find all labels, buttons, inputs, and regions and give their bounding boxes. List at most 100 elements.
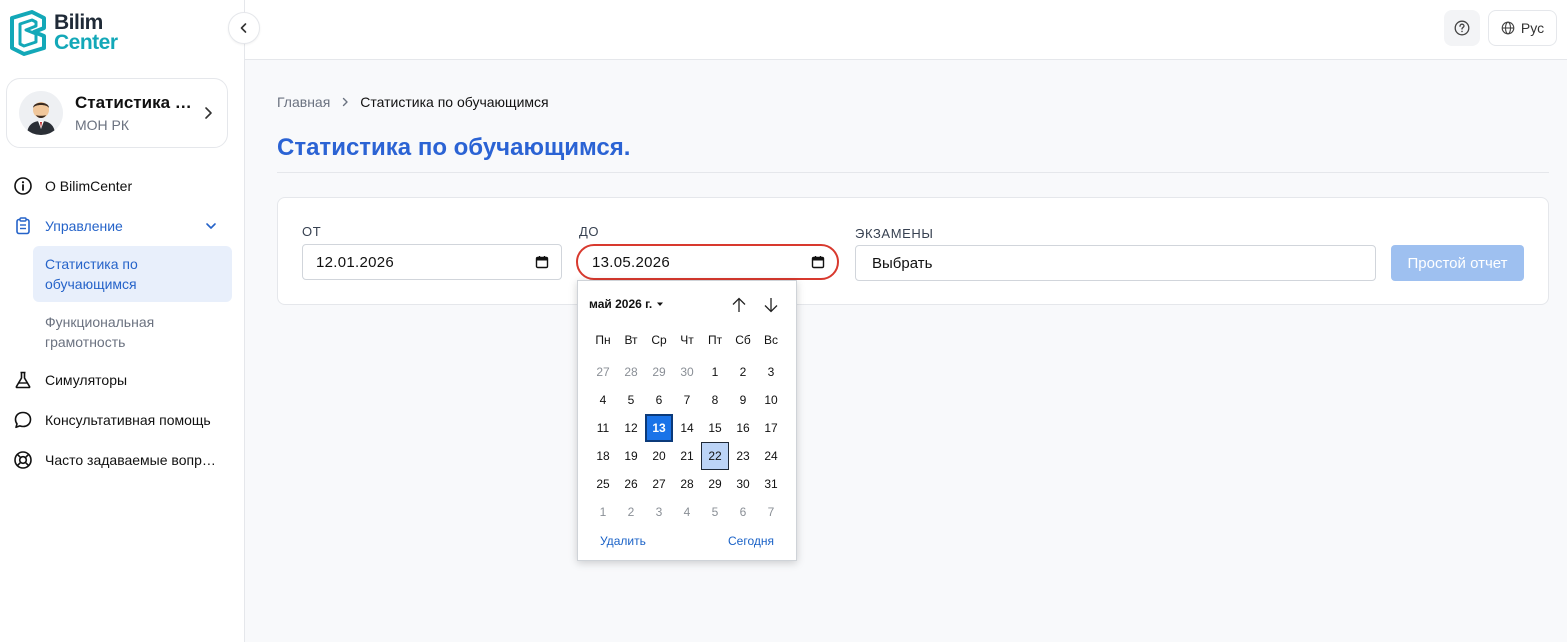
sidebar-item-about[interactable]: О BilimCenter: [0, 166, 244, 206]
profile-org: МОН РК: [75, 117, 130, 133]
picker-day[interactable]: 24: [757, 442, 785, 470]
page-title: Статистика по обучающимся.: [277, 134, 631, 161]
chevron-down-icon: [206, 223, 216, 229]
sidebar-item-simulators[interactable]: Симуляторы: [0, 360, 244, 400]
picker-day[interactable]: 4: [589, 386, 617, 414]
picker-day[interactable]: 15: [701, 414, 729, 442]
picker-day[interactable]: 2: [729, 358, 757, 386]
globe-icon: [1501, 21, 1515, 35]
picker-month-select[interactable]: май 2026 г.: [589, 297, 664, 311]
brand-name: Bilim Center: [54, 11, 118, 53]
picker-day[interactable]: 28: [673, 470, 701, 498]
flask-icon: [12, 369, 34, 391]
sidebar-item-label: Управление: [45, 218, 123, 234]
picker-day[interactable]: 10: [757, 386, 785, 414]
chat-icon: [12, 409, 34, 431]
brand-line-1: Bilim: [54, 11, 103, 34]
picker-day[interactable]: 7: [673, 386, 701, 414]
arrow-up-icon: [732, 297, 746, 312]
language-button[interactable]: Рус: [1488, 10, 1557, 46]
picker-next-month-button[interactable]: [761, 295, 781, 315]
to-date-value: 13.05.2026: [592, 253, 671, 271]
picker-day[interactable]: 29: [645, 358, 673, 386]
brand-logo[interactable]: Bilim Center: [8, 10, 118, 56]
picker-day[interactable]: 4: [673, 498, 701, 526]
picker-day[interactable]: 25: [589, 470, 617, 498]
caret-down-icon: [657, 302, 664, 306]
exams-select[interactable]: Выбрать: [855, 245, 1376, 281]
chevron-left-icon: [240, 23, 247, 33]
calendar-icon[interactable]: [535, 255, 549, 269]
calendar-icon[interactable]: [811, 255, 825, 269]
picker-day[interactable]: 12: [617, 414, 645, 442]
logo-icon: [10, 10, 46, 56]
picker-day-selected[interactable]: 13: [645, 414, 673, 442]
picker-day[interactable]: 9: [729, 386, 757, 414]
picker-day[interactable]: 1: [589, 498, 617, 526]
collapse-sidebar-button[interactable]: [228, 12, 260, 44]
picker-day[interactable]: 6: [729, 498, 757, 526]
picker-day[interactable]: 19: [617, 442, 645, 470]
sidebar-item-label: Симуляторы: [45, 372, 128, 388]
sidebar-item-faq[interactable]: Часто задаваемые вопросы: [0, 440, 244, 480]
picker-day[interactable]: 7: [757, 498, 785, 526]
picker-weekday: Вт: [624, 333, 638, 347]
picker-day[interactable]: 29: [701, 470, 729, 498]
picker-day[interactable]: 18: [589, 442, 617, 470]
picker-day[interactable]: 26: [617, 470, 645, 498]
picker-day[interactable]: 5: [701, 498, 729, 526]
picker-weekday: Чт: [680, 333, 694, 347]
picker-prev-month-button[interactable]: [729, 295, 749, 315]
sidebar-item-management[interactable]: Управление: [0, 206, 244, 246]
picker-day[interactable]: 5: [617, 386, 645, 414]
picker-day[interactable]: 28: [617, 358, 645, 386]
sidebar-subitem-student-stats[interactable]: Статистика по обучающимся: [33, 246, 232, 302]
picker-day[interactable]: 23: [729, 442, 757, 470]
filter-card: ОТ 12.01.2026 ДО 13.05.2026 ЭКЗАМЕНЫ Выб…: [277, 197, 1549, 305]
picker-day[interactable]: 27: [645, 470, 673, 498]
picker-day[interactable]: 20: [645, 442, 673, 470]
from-date-input[interactable]: 12.01.2026: [302, 244, 562, 280]
picker-day[interactable]: 16: [729, 414, 757, 442]
picker-day[interactable]: 30: [729, 470, 757, 498]
sidebar-item-label: Часто задаваемые вопросы: [45, 452, 223, 468]
picker-day[interactable]: 11: [589, 414, 617, 442]
help-button[interactable]: [1444, 10, 1480, 46]
clipboard-icon: [12, 215, 34, 237]
picker-day[interactable]: 1: [701, 358, 729, 386]
sidebar-item-consult[interactable]: Консультативная помощь: [0, 400, 244, 440]
info-icon: [12, 175, 34, 197]
breadcrumb: Главная Статистика по обучающимся: [277, 94, 549, 110]
profile-card[interactable]: Статистика по обучающимся МОН РК: [6, 78, 228, 148]
chevron-right-icon: [343, 97, 348, 107]
simple-report-button[interactable]: Простой отчет: [1391, 245, 1524, 281]
avatar: [19, 91, 63, 135]
sidebar-subitem-functional-literacy[interactable]: Функциональная грамотность: [33, 304, 232, 360]
picker-day[interactable]: 17: [757, 414, 785, 442]
breadcrumb-home[interactable]: Главная: [277, 94, 330, 110]
management-subnav: Статистика по обучающимся Функциональная…: [0, 246, 244, 360]
picker-day[interactable]: 30: [673, 358, 701, 386]
picker-day-today[interactable]: 22: [701, 442, 729, 470]
picker-day[interactable]: 14: [673, 414, 701, 442]
picker-clear-button[interactable]: Удалить: [600, 534, 646, 548]
to-date-label: ДО: [579, 224, 600, 239]
date-picker-popup: май 2026 г. Пн Вт Ср Чт Пт Сб Вс 27 28 29 30 1 2 3 4 5…: [577, 280, 797, 561]
picker-day[interactable]: 3: [645, 498, 673, 526]
picker-day[interactable]: 3: [757, 358, 785, 386]
picker-day[interactable]: 6: [645, 386, 673, 414]
lifebuoy-icon: [12, 449, 34, 471]
picker-today-button[interactable]: Сегодня: [728, 534, 774, 548]
picker-day[interactable]: 8: [701, 386, 729, 414]
picker-month-label: май 2026 г.: [589, 297, 653, 311]
sidebar: Bilim Center Статистика по обучающимся М…: [0, 0, 245, 642]
picker-day[interactable]: 2: [617, 498, 645, 526]
picker-day[interactable]: 27: [589, 358, 617, 386]
picker-weekdays: Пн Вт Ср Чт Пт Сб Вс: [589, 333, 785, 347]
sidebar-item-label: Консультативная помощь: [45, 412, 211, 428]
picker-day[interactable]: 21: [673, 442, 701, 470]
exams-label: ЭКЗАМЕНЫ: [855, 226, 934, 241]
chevron-right-icon: [205, 107, 212, 119]
to-date-input[interactable]: 13.05.2026: [576, 244, 839, 280]
picker-day[interactable]: 31: [757, 470, 785, 498]
